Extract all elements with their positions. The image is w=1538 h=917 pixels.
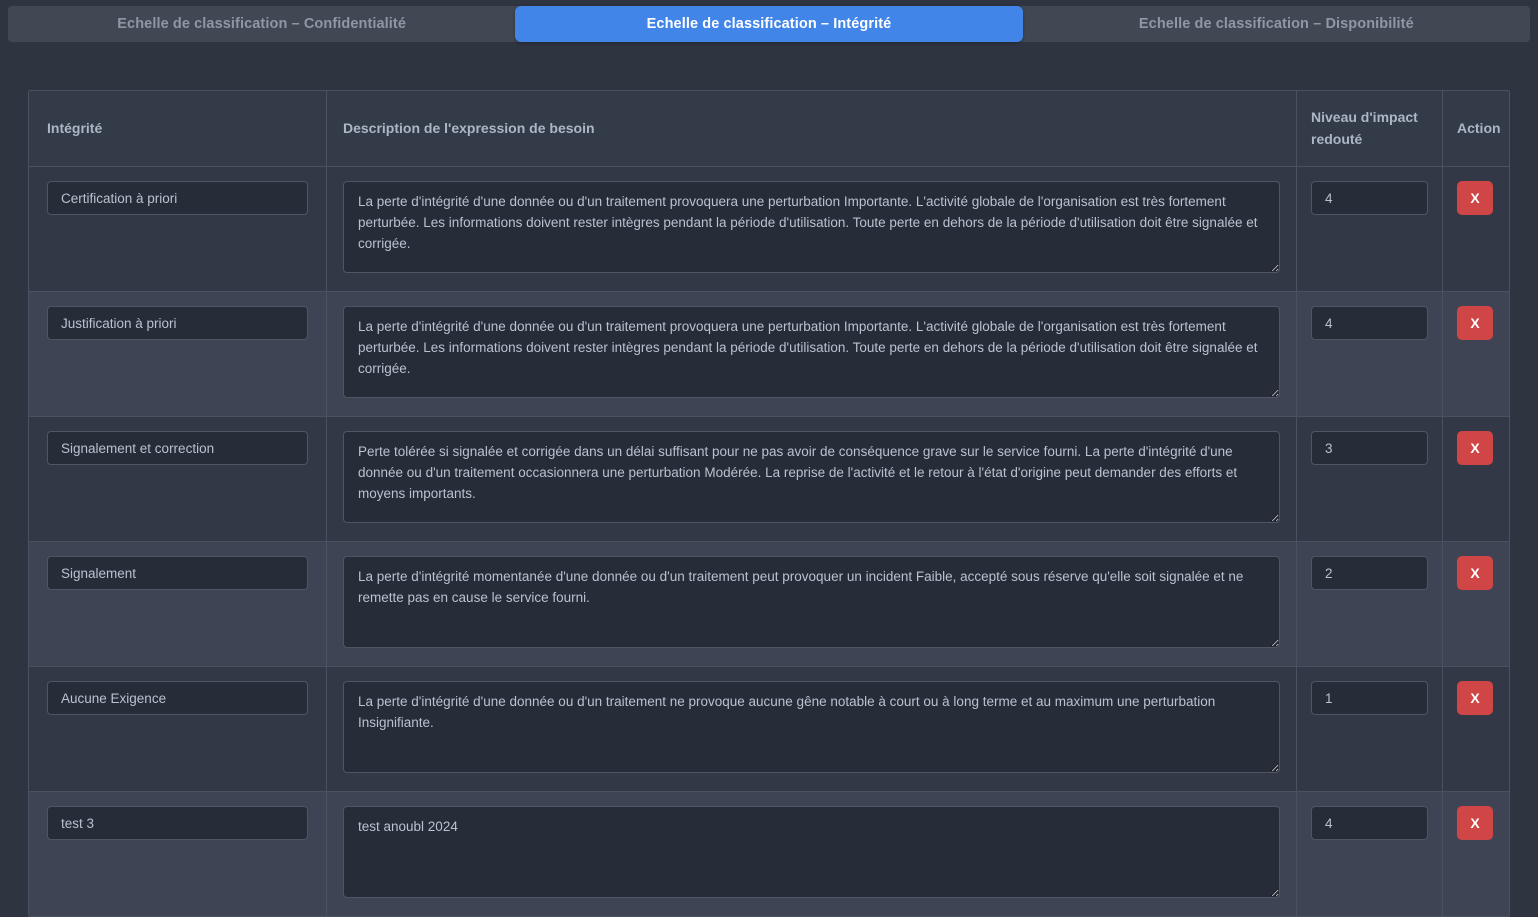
classification-table: Intégrité Description de l'expression de… <box>28 90 1510 917</box>
cell-integrite <box>29 542 327 666</box>
description-textarea[interactable]: test anoubl 2024 <box>343 806 1280 898</box>
header-cell-niveau-impact: Niveau d'impact redouté <box>1297 91 1443 166</box>
header-cell-integrite: Intégrité <box>29 91 327 166</box>
delete-row-button[interactable]: X <box>1457 806 1493 840</box>
cell-niveau-impact <box>1297 542 1443 666</box>
cell-action: X <box>1443 542 1509 666</box>
cell-action: X <box>1443 667 1509 791</box>
tab-disponibilite[interactable]: Echelle de classification – Disponibilit… <box>1023 6 1530 42</box>
cell-action: X <box>1443 167 1509 291</box>
classification-scale-tabs: Echelle de classification – Confidential… <box>8 6 1530 42</box>
cell-description: La perte d'intégrité momentanée d'une do… <box>327 542 1297 666</box>
cell-niveau-impact <box>1297 292 1443 416</box>
cell-integrite <box>29 167 327 291</box>
niveau-impact-input[interactable] <box>1311 681 1428 715</box>
integrite-name-input[interactable] <box>47 181 308 215</box>
integrite-name-input[interactable] <box>47 806 308 840</box>
header-cell-description: Description de l'expression de besoin <box>327 91 1297 166</box>
header-cell-action: Action <box>1443 91 1509 166</box>
description-textarea[interactable]: Perte tolérée si signalée et corrigée da… <box>343 431 1280 523</box>
integrite-name-input[interactable] <box>47 681 308 715</box>
niveau-impact-input[interactable] <box>1311 181 1428 215</box>
tab-integrite[interactable]: Echelle de classification – Intégrité <box>515 6 1023 42</box>
delete-row-button[interactable]: X <box>1457 181 1493 215</box>
column-header-description: Description de l'expression de besoin <box>343 119 595 136</box>
cell-integrite <box>29 667 327 791</box>
cell-description: Perte tolérée si signalée et corrigée da… <box>327 417 1297 541</box>
cell-integrite <box>29 792 327 916</box>
description-textarea[interactable]: La perte d'intégrité momentanée d'une do… <box>343 556 1280 648</box>
cell-description: test anoubl 2024 <box>327 792 1297 916</box>
niveau-impact-input[interactable] <box>1311 306 1428 340</box>
cell-niveau-impact <box>1297 792 1443 916</box>
table-row: La perte d'intégrité d'une donnée ou d'u… <box>29 292 1509 417</box>
cell-action: X <box>1443 292 1509 416</box>
cell-niveau-impact <box>1297 167 1443 291</box>
cell-description: La perte d'intégrité d'une donnée ou d'u… <box>327 292 1297 416</box>
cell-description: La perte d'intégrité d'une donnée ou d'u… <box>327 167 1297 291</box>
cell-action: X <box>1443 792 1509 916</box>
table-row: La perte d'intégrité d'une donnée ou d'u… <box>29 667 1509 792</box>
table-header-row: Intégrité Description de l'expression de… <box>29 91 1509 167</box>
cell-niveau-impact <box>1297 417 1443 541</box>
integrite-name-input[interactable] <box>47 306 308 340</box>
tab-confidentialite[interactable]: Echelle de classification – Confidential… <box>8 6 515 42</box>
delete-row-button[interactable]: X <box>1457 681 1493 715</box>
niveau-impact-input[interactable] <box>1311 556 1428 590</box>
delete-row-button[interactable]: X <box>1457 556 1493 590</box>
integrite-name-input[interactable] <box>47 431 308 465</box>
cell-description: La perte d'intégrité d'une donnée ou d'u… <box>327 667 1297 791</box>
cell-integrite <box>29 292 327 416</box>
description-textarea[interactable]: La perte d'intégrité d'une donnée ou d'u… <box>343 181 1280 273</box>
niveau-impact-input[interactable] <box>1311 431 1428 465</box>
delete-row-button[interactable]: X <box>1457 431 1493 465</box>
delete-row-button[interactable]: X <box>1457 306 1493 340</box>
table-row: Perte tolérée si signalée et corrigée da… <box>29 417 1509 542</box>
cell-niveau-impact <box>1297 667 1443 791</box>
table-row: test anoubl 2024 X <box>29 792 1509 917</box>
column-header-action: Action <box>1457 119 1501 136</box>
integrite-name-input[interactable] <box>47 556 308 590</box>
column-header-integrite: Intégrité <box>47 119 103 136</box>
table-row: La perte d'intégrité d'une donnée ou d'u… <box>29 167 1509 292</box>
table-row: La perte d'intégrité momentanée d'une do… <box>29 542 1509 667</box>
cell-integrite <box>29 417 327 541</box>
niveau-impact-input[interactable] <box>1311 806 1428 840</box>
description-textarea[interactable]: La perte d'intégrité d'une donnée ou d'u… <box>343 681 1280 773</box>
column-header-niveau-impact: Niveau d'impact redouté <box>1311 108 1418 147</box>
description-textarea[interactable]: La perte d'intégrité d'une donnée ou d'u… <box>343 306 1280 398</box>
cell-action: X <box>1443 417 1509 541</box>
